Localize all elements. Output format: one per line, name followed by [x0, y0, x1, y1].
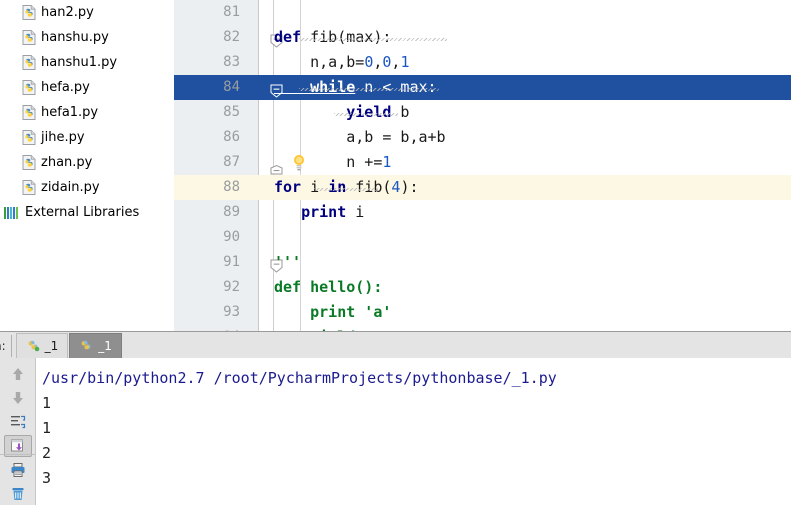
run-tool-window: n: _1 _1 /usr/bin/python2.7 /root/Pycharm… [0, 331, 791, 508]
up-arrow-icon[interactable] [4, 363, 32, 385]
code-text: print i [274, 203, 365, 221]
line-number: 82 [223, 29, 240, 45]
console-area: /usr/bin/python2.7 /root/PycharmProjects… [0, 358, 791, 508]
tree-item-file[interactable]: zidain.py [0, 175, 174, 200]
file-name-label: hanshu.py [41, 30, 109, 45]
down-arrow-icon[interactable] [4, 387, 32, 409]
tree-item-file[interactable]: zhan.py [0, 150, 174, 175]
file-name-label: hefa1.py [41, 105, 99, 120]
tree-item-file[interactable]: hefa.py [0, 75, 174, 100]
file-name-label: hanshu1.py [41, 55, 118, 70]
inspection-squiggle [334, 113, 398, 116]
console-output-lines: 1 1 2 3 [42, 391, 791, 491]
code-line[interactable]: 93 print 'a' [174, 300, 791, 325]
code-text: n,a,b=0,0,1 [274, 53, 410, 71]
external-libraries-label: External Libraries [25, 205, 140, 220]
line-number: 90 [223, 229, 240, 245]
libraries-icon [3, 206, 19, 220]
file-name-label: zidain.py [41, 180, 100, 195]
console-output-line: 1 [42, 394, 52, 412]
line-number: 81 [223, 4, 240, 20]
project-file-list: han2.py hanshu.py hanshu1.py hefa.py hefa1.p… [0, 0, 174, 200]
run-window-label: n: [0, 339, 6, 353]
line-number: 88 [223, 179, 240, 195]
code-line-container[interactable]: 81 82 def fib(max): 83 n,a,b=0,0,1 84 while … [174, 0, 791, 331]
tree-item-file[interactable]: hanshu.py [0, 25, 174, 50]
python-file-icon [22, 105, 36, 120]
code-line[interactable]: 81 [174, 0, 791, 25]
run-tab[interactable]: _1 [15, 333, 69, 358]
python-file-icon [22, 5, 36, 20]
run-tabs[interactable]: _1 _1 [15, 333, 123, 358]
tree-item-external-libraries[interactable]: External Libraries [0, 200, 174, 225]
code-editor[interactable]: 81 82 def fib(max): 83 n,a,b=0,0,1 84 while … [174, 0, 791, 331]
code-line[interactable]: 85 yield b [174, 100, 791, 125]
run-tab-label: _1 [44, 339, 59, 353]
code-line[interactable]: 91 ''' [174, 250, 791, 275]
console-toolbar[interactable] [0, 358, 36, 505]
line-number: 84 [223, 79, 240, 95]
console-output-line: 3 [42, 469, 52, 487]
python-file-icon [22, 80, 36, 95]
line-number: 86 [223, 129, 240, 145]
console-command-line: /usr/bin/python2.7 /root/PycharmProjects… [42, 369, 557, 387]
code-line[interactable]: 90 [174, 225, 791, 250]
inspection-squiggle [299, 38, 447, 41]
code-text: ''' [274, 253, 302, 271]
toolbar-divider [0, 454, 35, 455]
console-output[interactable]: /usr/bin/python2.7 /root/PycharmProjects… [36, 358, 791, 508]
file-name-label: hefa.py [41, 80, 90, 95]
file-name-label: zhan.py [41, 155, 93, 170]
file-name-label: han2.py [41, 5, 94, 20]
code-text: print 'a' [274, 303, 392, 321]
line-number: 83 [223, 54, 240, 70]
console-output-line: 2 [42, 444, 52, 462]
run-tab-bar: n: _1 _1 [0, 332, 791, 359]
code-text: n +=1 [274, 153, 392, 171]
tree-item-file[interactable]: han2.py [0, 0, 174, 25]
python-file-icon [22, 55, 36, 70]
pycharm-window: han2.py hanshu.py hanshu1.py hefa.py hefa1.p… [0, 0, 791, 508]
inspection-squiggle [299, 88, 439, 91]
run-tab-label: _1 [98, 339, 112, 353]
tree-item-file[interactable]: hefa1.py [0, 100, 174, 125]
line-number: 92 [223, 279, 240, 295]
inspection-squiggle [314, 188, 378, 191]
line-number: 87 [223, 154, 240, 170]
file-name-label: jihe.py [41, 130, 85, 145]
code-line[interactable]: 87 n +=1 [174, 150, 791, 175]
line-number: 91 [223, 254, 240, 270]
soft-wrap-icon[interactable] [4, 411, 32, 433]
tree-item-file[interactable]: hanshu1.py [0, 50, 174, 75]
code-line[interactable]: 82 def fib(max): [174, 25, 791, 50]
print-icon[interactable] [4, 459, 32, 481]
line-number: 93 [223, 304, 240, 320]
console-output-line: 1 [42, 419, 52, 437]
trash-icon[interactable] [4, 483, 32, 505]
line-number: 89 [223, 204, 240, 220]
code-line[interactable]: 89 print i [174, 200, 791, 225]
code-line[interactable]: 83 n,a,b=0,0,1 [174, 50, 791, 75]
line-number: 85 [223, 104, 240, 120]
python-run-icon [79, 338, 93, 355]
code-line[interactable]: 84 while n < max: [174, 75, 791, 100]
tree-item-file[interactable]: jihe.py [0, 125, 174, 150]
python-file-icon [22, 130, 36, 145]
code-line[interactable]: 86 a,b = b,a+b [174, 125, 791, 150]
code-text: def hello(): [274, 278, 383, 296]
python-file-icon [22, 30, 36, 45]
code-line[interactable]: 92 def hello(): [174, 275, 791, 300]
python-run-icon [26, 338, 40, 355]
project-sidebar: han2.py hanshu.py hanshu1.py hefa.py hefa1.p… [0, 0, 174, 331]
run-tab[interactable]: _1 [69, 333, 122, 358]
tabbar-separator [10, 335, 12, 357]
python-file-icon [22, 180, 36, 195]
python-file-icon [22, 155, 36, 170]
code-line[interactable]: 88 for i in fib(4): [174, 175, 791, 200]
code-text: a,b = b,a+b [274, 128, 446, 146]
